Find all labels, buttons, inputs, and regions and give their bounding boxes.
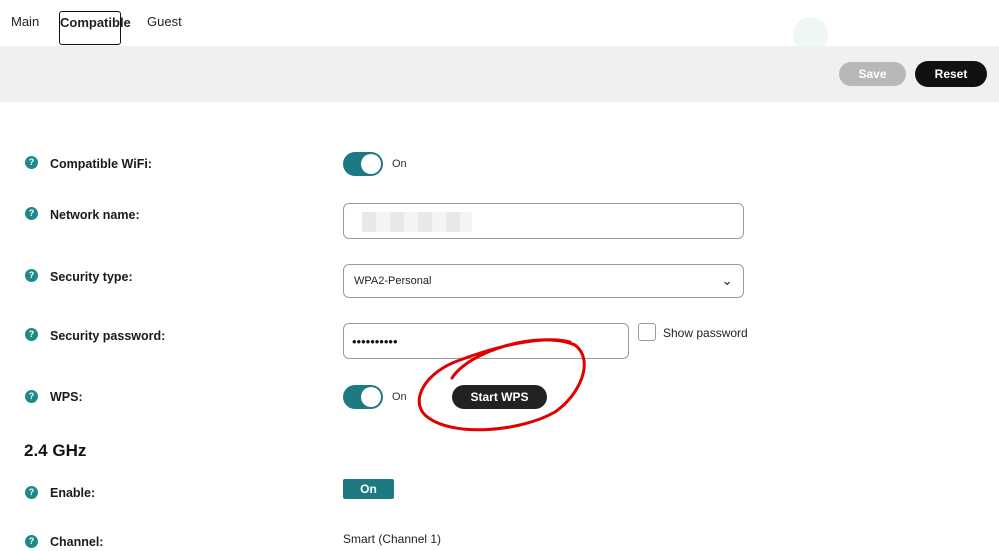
network-name-input[interactable]	[343, 203, 744, 239]
network-name-label: Network name:	[50, 208, 140, 222]
toggle-knob	[361, 154, 381, 174]
tab-bar: Main Compatible Guest	[0, 0, 999, 52]
help-icon[interactable]: ?	[25, 156, 38, 169]
wps-state: On	[392, 391, 407, 403]
save-button[interactable]: Save	[839, 62, 906, 86]
channel-value: Smart (Channel 1)	[343, 532, 442, 546]
enable-label: Enable:	[50, 486, 96, 500]
tab-compatible[interactable]: Compatible	[59, 11, 131, 45]
reset-button[interactable]: Reset	[915, 61, 987, 87]
redacted-network-name	[362, 212, 472, 232]
help-icon[interactable]: ?	[25, 390, 38, 403]
help-icon[interactable]: ?	[25, 207, 38, 220]
help-icon[interactable]: ?	[25, 328, 38, 341]
compatible-wifi-state: On	[392, 158, 407, 170]
compatible-wifi-toggle[interactable]	[343, 152, 383, 176]
security-password-input[interactable]: ••••••••••	[343, 323, 629, 359]
chevron-down-icon: ⌄	[721, 272, 733, 288]
start-wps-button[interactable]: Start WPS	[452, 385, 547, 409]
toggle-knob	[361, 387, 381, 407]
show-password-label[interactable]: Show password	[663, 326, 748, 340]
help-icon[interactable]: ?	[25, 269, 38, 282]
wps-toggle[interactable]	[343, 385, 383, 409]
tab-main[interactable]: Main	[11, 14, 39, 29]
security-type-value: WPA2-Personal	[354, 275, 432, 287]
compatible-wifi-label: Compatible WiFi:	[50, 157, 152, 171]
help-icon[interactable]: ?	[25, 535, 38, 548]
tab-guest[interactable]: Guest	[147, 14, 182, 29]
security-password-label: Security password:	[50, 329, 166, 343]
wps-label: WPS:	[50, 390, 83, 404]
enable-on-button[interactable]: On	[343, 479, 394, 499]
security-type-label: Security type:	[50, 270, 133, 284]
security-type-select[interactable]: WPA2-Personal ⌄	[343, 264, 744, 298]
channel-label: Channel:	[50, 535, 104, 549]
show-password-checkbox[interactable]	[638, 323, 656, 341]
section-title-2-4ghz: 2.4 GHz	[24, 441, 87, 460]
help-icon[interactable]: ?	[25, 486, 38, 499]
password-value: ••••••••••	[352, 334, 398, 349]
